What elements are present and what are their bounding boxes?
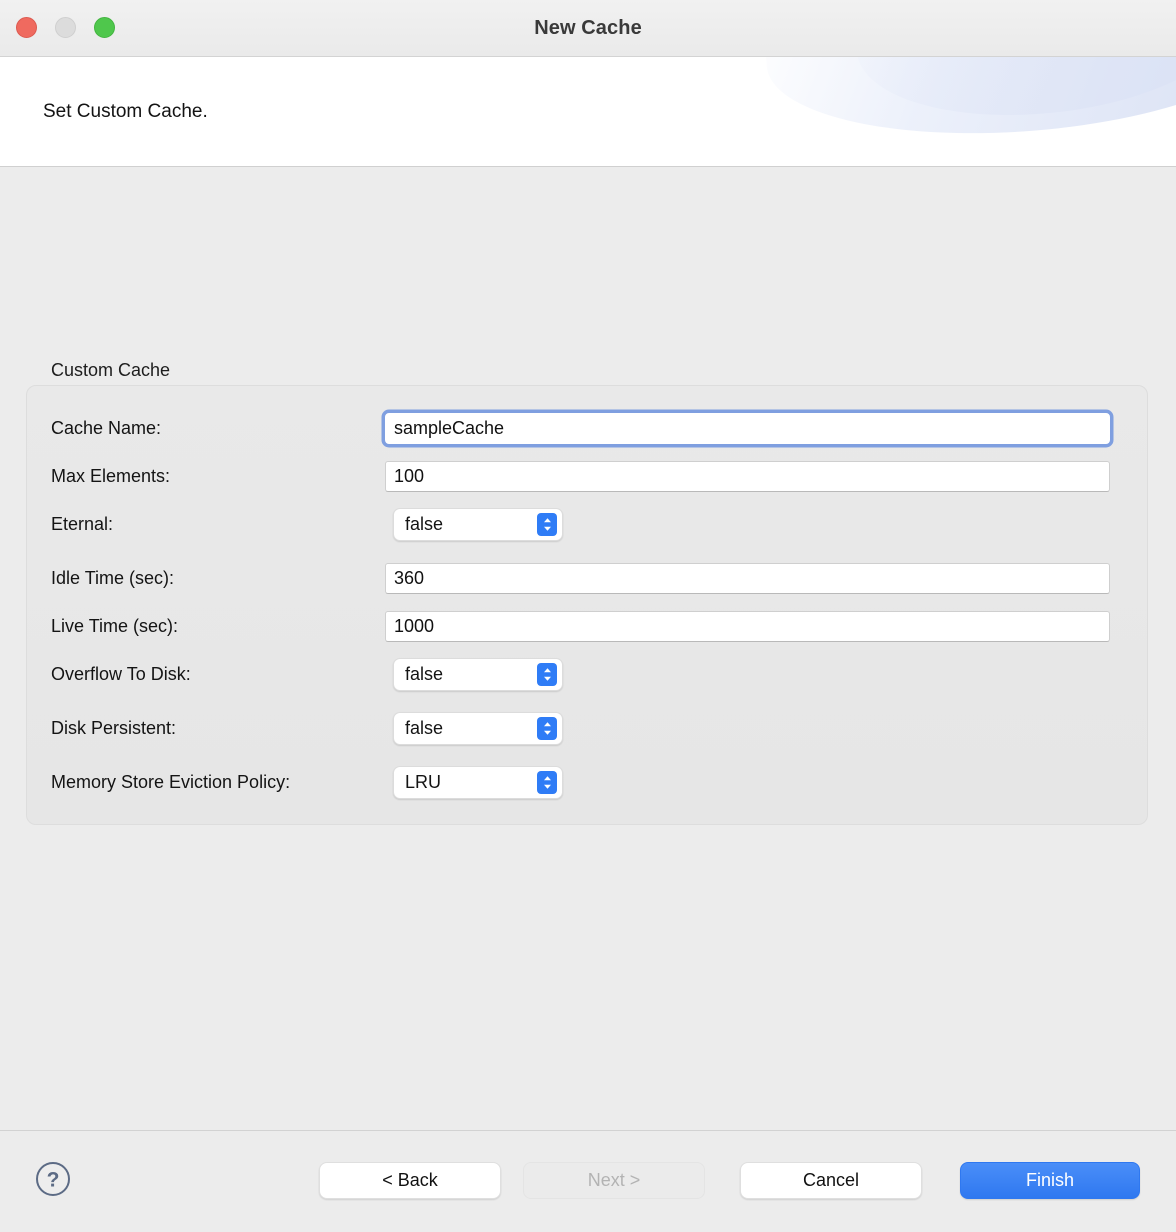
label-overflow-to-disk: Overflow To Disk: — [51, 664, 191, 685]
label-idle-time-sec: Idle Time (sec): — [51, 568, 174, 589]
field-row-disk-persistent: Disk Persistent: false — [0, 703, 1176, 753]
back-button[interactable]: < Back — [319, 1162, 501, 1199]
finish-button[interactable]: Finish — [960, 1162, 1140, 1199]
next-button: Next > — [523, 1162, 705, 1199]
select-eternal[interactable]: false — [393, 508, 563, 541]
field-row-overflow-to-disk: Overflow To Disk: false — [0, 649, 1176, 699]
label-max-elements: Max Elements: — [51, 466, 170, 487]
label-cache-name: Cache Name: — [51, 418, 161, 439]
field-row-idle-time-sec: Idle Time (sec): — [0, 553, 1176, 603]
field-row-max-elements: Max Elements: — [0, 451, 1176, 501]
chevron-up-down-icon — [537, 663, 557, 686]
input-max-elements[interactable] — [385, 461, 1110, 492]
wizard-banner: Set Custom Cache. — [0, 57, 1176, 167]
field-row-eternal: Eternal: false — [0, 499, 1176, 549]
chevron-up-down-icon — [537, 771, 557, 794]
select-value-memory-store-eviction-policy: LRU — [394, 772, 537, 793]
field-row-memory-store-eviction-policy: Memory Store Eviction Policy: LRU — [0, 757, 1176, 807]
select-overflow-to-disk[interactable]: false — [393, 658, 563, 691]
svg-text:?: ? — [47, 1169, 60, 1192]
dialog-content: Custom Cache Cache Name: Max Elements: Ete… — [0, 167, 1176, 1130]
new-cache-dialog-window: New Cache Set Custom Cache. Custom Cache… — [0, 0, 1176, 1232]
banner-swoosh-secondary-icon — [849, 57, 1176, 132]
select-value-overflow-to-disk: false — [394, 664, 537, 685]
help-button[interactable]: ? — [35, 1161, 71, 1202]
input-cache-name[interactable] — [385, 413, 1110, 444]
field-row-cache-name: Cache Name: — [0, 403, 1176, 453]
select-value-disk-persistent: false — [394, 718, 537, 739]
label-live-time-sec: Live Time (sec): — [51, 616, 178, 637]
chevron-up-down-icon — [537, 717, 557, 740]
banner-swoosh-decoration-icon — [760, 57, 1176, 151]
input-idle-time-sec[interactable] — [385, 563, 1110, 594]
chevron-up-down-icon — [537, 513, 557, 536]
maximize-window-button[interactable] — [94, 17, 115, 38]
group-label-custom-cache: Custom Cache — [51, 360, 170, 381]
help-question-circle-icon: ? — [35, 1161, 71, 1197]
window-titlebar: New Cache — [0, 0, 1176, 57]
input-live-time-sec[interactable] — [385, 611, 1110, 642]
select-memory-store-eviction-policy[interactable]: LRU — [393, 766, 563, 799]
label-memory-store-eviction-policy: Memory Store Eviction Policy: — [51, 772, 290, 793]
select-value-eternal: false — [394, 514, 537, 535]
label-disk-persistent: Disk Persistent: — [51, 718, 176, 739]
close-window-button[interactable] — [16, 17, 37, 38]
minimize-window-button[interactable] — [55, 17, 76, 38]
field-row-live-time-sec: Live Time (sec): — [0, 601, 1176, 651]
window-title: New Cache — [0, 17, 1176, 40]
traffic-light-controls — [16, 17, 115, 38]
select-disk-persistent[interactable]: false — [393, 712, 563, 745]
page-title: Set Custom Cache. — [43, 101, 208, 123]
label-eternal: Eternal: — [51, 514, 113, 535]
cancel-button[interactable]: Cancel — [740, 1162, 922, 1199]
